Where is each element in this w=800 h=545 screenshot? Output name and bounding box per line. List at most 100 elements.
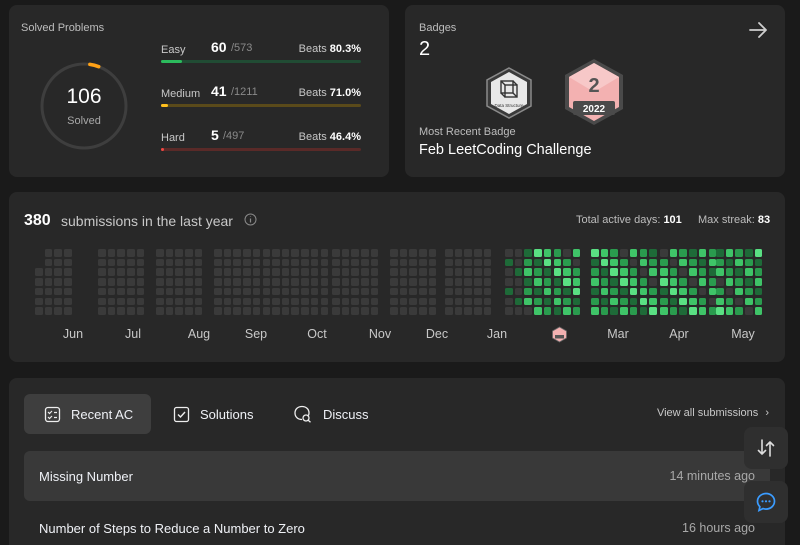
heatmap-cell[interactable]	[214, 287, 222, 296]
heatmap-cell[interactable]	[505, 249, 513, 257]
heatmap-cell[interactable]	[194, 268, 203, 276]
heatmap-cell[interactable]	[620, 307, 628, 315]
heatmap-cell[interactable]	[341, 258, 350, 267]
heatmap-cell[interactable]	[194, 278, 203, 286]
heatmap-cell[interactable]	[534, 258, 542, 267]
heatmap-cell[interactable]	[669, 258, 678, 267]
heatmap-cell[interactable]	[474, 268, 482, 276]
heatmap-cell[interactable]	[54, 307, 62, 315]
heatmap-cell[interactable]	[332, 307, 340, 315]
heatmap-cell[interactable]	[194, 258, 203, 267]
heatmap-cell[interactable]	[505, 278, 513, 286]
heatmap-cell[interactable]	[735, 249, 743, 257]
heatmap-cell[interactable]	[445, 278, 453, 286]
heatmap-cell[interactable]	[320, 297, 328, 305]
submission-row[interactable]: Number of Steps to Reduce a Number to Ze…	[24, 503, 770, 545]
heatmap-cell[interactable]	[419, 258, 427, 267]
heatmap-cell[interactable]	[98, 307, 106, 315]
heatmap-cell[interactable]	[351, 307, 359, 315]
heatmap-cell[interactable]	[428, 307, 437, 315]
heatmap-cell[interactable]	[474, 258, 482, 267]
heatmap-cell[interactable]	[600, 287, 609, 296]
heatmap-cell[interactable]	[745, 278, 753, 286]
heatmap-cell[interactable]	[660, 258, 668, 267]
heatmap-cell[interactable]	[272, 258, 280, 267]
heatmap-cell[interactable]	[117, 278, 125, 286]
heatmap-cell[interactable]	[156, 287, 164, 296]
heatmap-cell[interactable]	[464, 297, 472, 305]
heatmap-cell[interactable]	[252, 258, 261, 267]
heatmap-cell[interactable]	[44, 258, 53, 267]
heatmap-cell[interactable]	[563, 307, 571, 315]
heatmap-cell[interactable]	[35, 297, 43, 305]
heatmap-cell[interactable]	[64, 297, 72, 305]
heatmap-cell[interactable]	[445, 249, 453, 257]
heatmap-cell[interactable]	[563, 268, 571, 276]
heatmap-cell[interactable]	[243, 297, 251, 305]
heatmap-cell[interactable]	[514, 258, 523, 267]
heatmap-cell[interactable]	[214, 278, 222, 286]
heatmap-cell[interactable]	[310, 287, 319, 296]
heatmap-cell[interactable]	[127, 307, 135, 315]
heatmap-cell[interactable]	[660, 268, 668, 276]
heatmap-cell[interactable]	[98, 297, 106, 305]
heatmap-cell[interactable]	[127, 268, 135, 276]
heatmap-cell[interactable]	[262, 268, 270, 276]
heatmap-cell[interactable]	[98, 287, 106, 296]
heatmap-cell[interactable]	[725, 249, 734, 257]
heatmap-cell[interactable]	[281, 287, 290, 296]
heatmap-cell[interactable]	[320, 278, 328, 286]
heatmap-cell[interactable]	[136, 307, 145, 315]
heatmap-cell[interactable]	[483, 249, 492, 257]
heatmap-cell[interactable]	[708, 258, 716, 267]
heatmap-cell[interactable]	[399, 297, 408, 305]
heatmap-cell[interactable]	[214, 249, 222, 257]
heatmap-cell[interactable]	[660, 297, 668, 305]
heatmap-cell[interactable]	[291, 307, 299, 315]
heatmap-cell[interactable]	[735, 258, 743, 267]
heatmap-cell[interactable]	[745, 249, 753, 257]
heatmap-cell[interactable]	[534, 278, 542, 286]
heatmap-cell[interactable]	[223, 297, 232, 305]
heatmap-cell[interactable]	[390, 268, 398, 276]
heatmap-cell[interactable]	[483, 258, 492, 267]
heatmap-cell[interactable]	[524, 287, 532, 296]
heatmap-cell[interactable]	[98, 249, 106, 257]
heatmap-cell[interactable]	[409, 258, 417, 267]
heatmap-cell[interactable]	[54, 268, 62, 276]
tab-recent-ac[interactable]: Recent AC	[24, 394, 151, 434]
heatmap-cell[interactable]	[543, 278, 552, 286]
heatmap-cell[interactable]	[223, 268, 232, 276]
heatmap-cell[interactable]	[332, 287, 340, 296]
heatmap-cell[interactable]	[214, 258, 222, 267]
heatmap-cell[interactable]	[689, 287, 697, 296]
heatmap-cell[interactable]	[127, 287, 135, 296]
heatmap-cell[interactable]	[175, 258, 183, 267]
heatmap-cell[interactable]	[639, 287, 647, 296]
heatmap-cell[interactable]	[127, 297, 135, 305]
heatmap-cell[interactable]	[708, 278, 716, 286]
heatmap-cell[interactable]	[252, 268, 261, 276]
heatmap-cell[interactable]	[214, 307, 222, 315]
heatmap-cell[interactable]	[534, 307, 542, 315]
heatmap-cell[interactable]	[332, 249, 340, 257]
heatmap-cell[interactable]	[660, 249, 668, 257]
heatmap-cell[interactable]	[553, 297, 561, 305]
heatmap-cell[interactable]	[136, 249, 145, 257]
heatmap-cell[interactable]	[454, 278, 463, 286]
heatmap-cell[interactable]	[649, 278, 657, 286]
submission-row[interactable]: Missing Number 14 minutes ago	[24, 451, 770, 501]
heatmap-cell[interactable]	[233, 268, 241, 276]
heatmap-cell[interactable]	[361, 249, 369, 257]
heatmap-cell[interactable]	[341, 249, 350, 257]
heatmap-cell[interactable]	[698, 297, 707, 305]
heatmap-cell[interactable]	[445, 258, 453, 267]
heatmap-cell[interactable]	[464, 307, 472, 315]
heatmap-cell[interactable]	[639, 278, 647, 286]
heatmap-cell[interactable]	[291, 268, 299, 276]
heatmap-cell[interactable]	[107, 287, 116, 296]
heatmap-cell[interactable]	[563, 249, 571, 257]
heatmap-cell[interactable]	[600, 268, 609, 276]
heatmap-cell[interactable]	[156, 268, 164, 276]
heatmap-cell[interactable]	[351, 278, 359, 286]
